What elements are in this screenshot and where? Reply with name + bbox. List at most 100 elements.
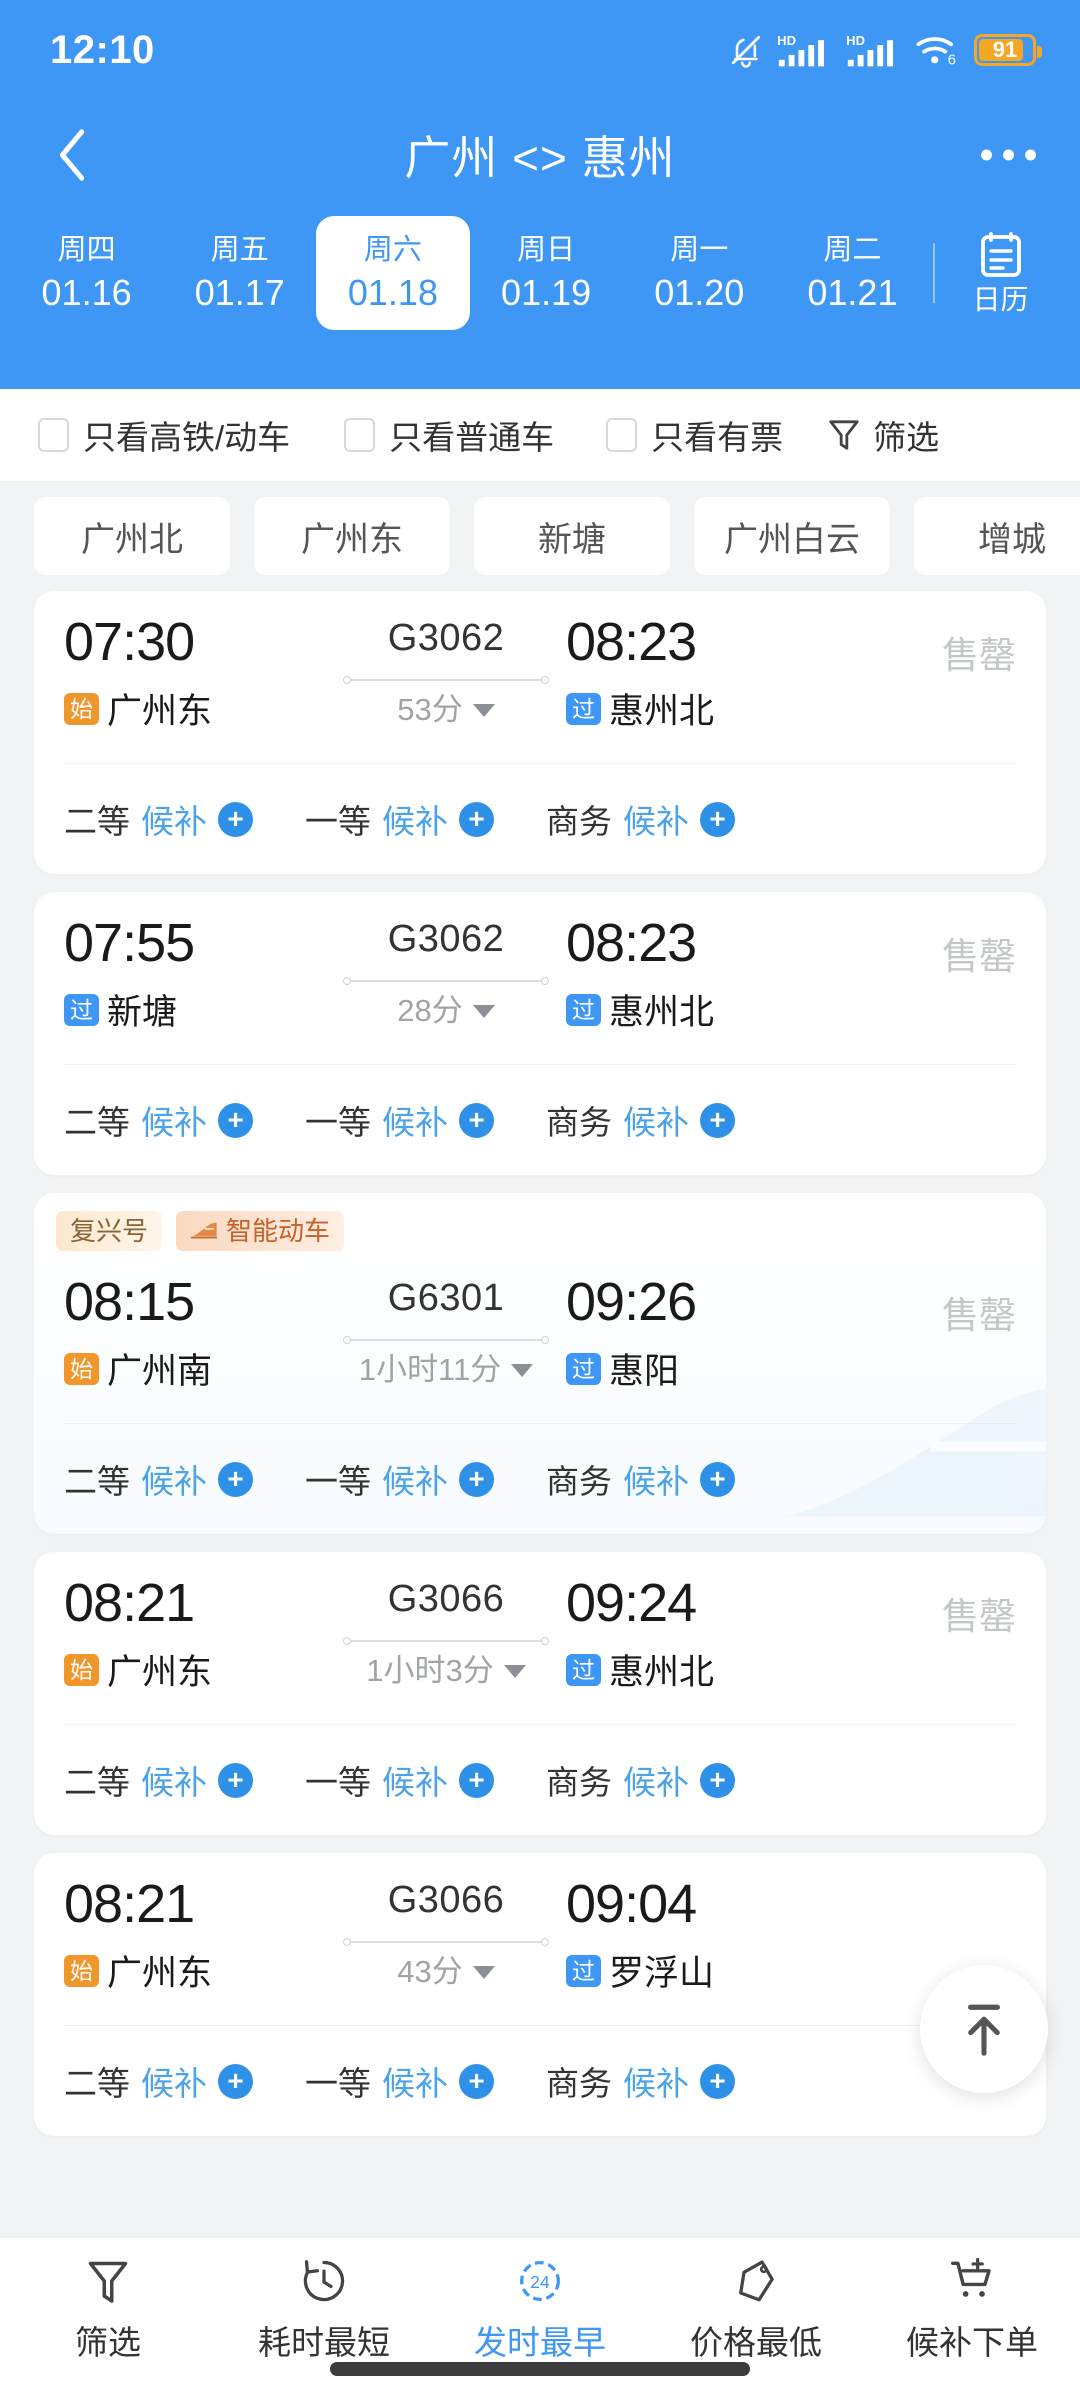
train-card[interactable]: 08:21 始广州东 G3066 1小时3分 09:24 过惠州北 售罄 二等 候补 + 一等 候补 +… bbox=[34, 1552, 1046, 1835]
bottom-tab-2[interactable]: 24 发时最早 bbox=[432, 2256, 648, 2364]
seat-option[interactable]: 商务 候补 + bbox=[546, 795, 735, 843]
seat-option[interactable]: 二等 候补 + bbox=[64, 1096, 253, 1144]
bottom-tab-1[interactable]: 耗时最短 bbox=[216, 2256, 432, 2364]
plus-icon[interactable]: + bbox=[459, 1461, 494, 1497]
date-tab-01-18[interactable]: 周六 01.18 bbox=[316, 215, 470, 330]
duration-row[interactable]: 1小时11分 bbox=[359, 1349, 534, 1391]
date-tab-01-21[interactable]: 周二 01.21 bbox=[776, 216, 929, 330]
seat-option[interactable]: 二等 候补 + bbox=[64, 1455, 253, 1503]
bottom-tab-4[interactable]: 候补下单 bbox=[864, 2256, 1080, 2364]
funnel-icon bbox=[88, 2261, 128, 2303]
station-chip[interactable]: 广州白云 bbox=[694, 497, 890, 575]
seat-option[interactable]: 二等 候补 + bbox=[64, 795, 253, 843]
checkbox-icon[interactable] bbox=[38, 418, 69, 452]
bottom-tab-0[interactable]: 筛选 bbox=[0, 2256, 216, 2364]
seat-option[interactable]: 商务 候补 + bbox=[546, 1455, 735, 1503]
plus-icon[interactable]: + bbox=[218, 2063, 253, 2099]
duration-row[interactable]: 28分 bbox=[397, 990, 495, 1032]
seat-state-label: 候补 bbox=[141, 1463, 207, 1500]
plus-icon[interactable]: + bbox=[459, 801, 494, 837]
duration-row[interactable]: 1小时3分 bbox=[366, 1650, 526, 1692]
clock-icon bbox=[303, 2260, 345, 2302]
scroll-to-top-button[interactable] bbox=[920, 1965, 1048, 2093]
plus-icon[interactable]: + bbox=[700, 1102, 735, 1138]
seat-option[interactable]: 二等 候补 + bbox=[64, 2057, 253, 2105]
seat-class-row: 二等 候补 + 一等 候补 + 商务 候补 + bbox=[34, 764, 1046, 874]
arrival-station: 过惠阳 bbox=[566, 1343, 828, 1394]
plus-icon[interactable]: + bbox=[218, 801, 253, 837]
more-options-button[interactable] bbox=[981, 149, 1036, 161]
date-tab-01-17[interactable]: 周五 01.17 bbox=[163, 216, 316, 330]
plus-icon[interactable]: + bbox=[459, 1102, 494, 1138]
date-tab-01-20[interactable]: 周一 01.20 bbox=[623, 216, 776, 330]
quick-filter-row: 只看高铁/动车 只看普通车 只看有票 筛选 bbox=[0, 389, 1080, 481]
plus-icon[interactable]: + bbox=[218, 1461, 253, 1497]
plus-icon[interactable]: + bbox=[700, 1461, 735, 1497]
date-tab-date: 01.21 bbox=[807, 271, 898, 313]
train-card[interactable]: 07:30 始广州东 G3062 53分 08:23 过惠州北 售罄 二等 候补 + 一等 候补 + 商务… bbox=[34, 591, 1046, 874]
seat-option[interactable]: 商务 候补 + bbox=[546, 2057, 735, 2105]
plus-icon[interactable]: + bbox=[218, 1102, 253, 1138]
chevron-down-icon[interactable] bbox=[503, 1664, 526, 1678]
back-button[interactable] bbox=[44, 125, 104, 185]
seat-state-label: 候补 bbox=[141, 1764, 207, 1801]
date-tab-dow: 周二 bbox=[823, 233, 882, 266]
seat-option[interactable]: 一等 候补 + bbox=[305, 795, 494, 843]
plus-icon[interactable]: + bbox=[700, 2063, 735, 2099]
status-badge: 售罄 bbox=[942, 1596, 1016, 1637]
seat-class-row: 二等 候补 + 一等 候补 + 商务 候补 + bbox=[34, 2026, 1046, 2136]
station-chip[interactable]: 广州东 bbox=[254, 497, 450, 575]
seat-option[interactable]: 商务 候补 + bbox=[546, 1096, 735, 1144]
bottom-tab-3[interactable]: 价格最低 bbox=[648, 2256, 864, 2364]
train-card[interactable]: 07:55 过新塘 G3062 28分 08:23 过惠州北 售罄 二等 候补 + 一等 候补 + 商务候… bbox=[34, 892, 1046, 1175]
filter-checkbox-hsr[interactable]: 只看高铁/动车 bbox=[38, 411, 290, 459]
train-list[interactable]: 07:30 始广州东 G3062 53分 08:23 过惠州北 售罄 二等 候补 + 一等 候补 + 商务… bbox=[0, 591, 1080, 2237]
chevron-down-icon[interactable] bbox=[511, 1363, 534, 1377]
plus-icon[interactable]: + bbox=[459, 1762, 494, 1798]
checkbox-icon[interactable] bbox=[344, 418, 376, 452]
train-card[interactable]: 08:21 始广州东 G3066 43分 09:04 过罗浮山 二等 候补 + 一等 候补 + 商务 候补… bbox=[34, 1853, 1046, 2136]
plus-icon[interactable]: + bbox=[700, 1762, 735, 1798]
duration-row[interactable]: 43分 bbox=[397, 1951, 495, 1993]
seat-state-label: 候补 bbox=[382, 2065, 448, 2102]
seat-state-label: 候补 bbox=[141, 2065, 207, 2102]
calendar-button[interactable]: 日历 bbox=[943, 229, 1058, 316]
chevron-down-icon[interactable] bbox=[472, 703, 495, 717]
seat-option[interactable]: 一等 候补 + bbox=[305, 1756, 494, 1804]
station-type-badge: 始 bbox=[64, 1352, 99, 1385]
checkbox-icon[interactable] bbox=[606, 418, 638, 452]
plus-icon[interactable]: + bbox=[700, 801, 735, 837]
filter-checkbox-regular[interactable]: 只看普通车 bbox=[344, 411, 554, 459]
plus-icon[interactable]: + bbox=[218, 1762, 253, 1798]
arrival-time: 09:04 bbox=[566, 1874, 697, 1934]
date-tab-01-16[interactable]: 周四 01.16 bbox=[10, 216, 163, 330]
seat-option[interactable]: 一等 候补 + bbox=[305, 2057, 494, 2105]
more-dots-icon bbox=[981, 149, 992, 161]
status-block: 售罄 bbox=[828, 1570, 1016, 1640]
seat-class-row: 二等 候补 + 一等 候补 + 商务 候补 + bbox=[34, 1065, 1046, 1175]
train-summary-row: 08:21 始广州东 G3066 43分 09:04 过罗浮山 bbox=[34, 1853, 1046, 2025]
departure-time: 08:21 bbox=[64, 1573, 195, 1633]
seat-option[interactable]: 二等 候补 + bbox=[64, 1756, 253, 1804]
station-chip[interactable]: 新塘 bbox=[474, 497, 670, 575]
svg-text:6: 6 bbox=[948, 53, 956, 68]
train-card[interactable]: 复兴号 智能动车 08:15 始广州南 G6301 1小时11分 09:26 过惠阳 售罄 二等候… bbox=[34, 1193, 1046, 1534]
date-tab-01-19[interactable]: 周日 01.19 bbox=[470, 216, 623, 330]
chevron-down-icon[interactable] bbox=[472, 1004, 495, 1018]
station-chip[interactable]: 广州北 bbox=[34, 497, 230, 575]
duration-row[interactable]: 53分 bbox=[397, 689, 495, 731]
filter-checkbox-available[interactable]: 只看有票 bbox=[606, 411, 783, 459]
station-chip[interactable]: 增城 bbox=[914, 497, 1080, 575]
status-badge: 售罄 bbox=[942, 1295, 1016, 1336]
station-chip-bar[interactable]: 广州北 广州东 新塘 广州白云 增城 bbox=[0, 481, 1080, 591]
seat-option[interactable]: 一等 候补 + bbox=[305, 1096, 494, 1144]
filter-button[interactable]: 筛选 bbox=[827, 411, 939, 459]
plus-icon[interactable]: + bbox=[459, 2063, 494, 2099]
train-number: G3066 bbox=[387, 1879, 505, 1921]
seat-option[interactable]: 一等 候补 + bbox=[305, 1455, 494, 1503]
chevron-down-icon[interactable] bbox=[472, 1965, 495, 1979]
seat-option[interactable]: 商务 候补 + bbox=[546, 1756, 735, 1804]
train-summary-row: 08:21 始广州东 G3066 1小时3分 09:24 过惠州北 售罄 bbox=[34, 1552, 1046, 1724]
wifi6-icon: 6 bbox=[916, 37, 956, 68]
seat-state-label: 候补 bbox=[382, 803, 448, 840]
